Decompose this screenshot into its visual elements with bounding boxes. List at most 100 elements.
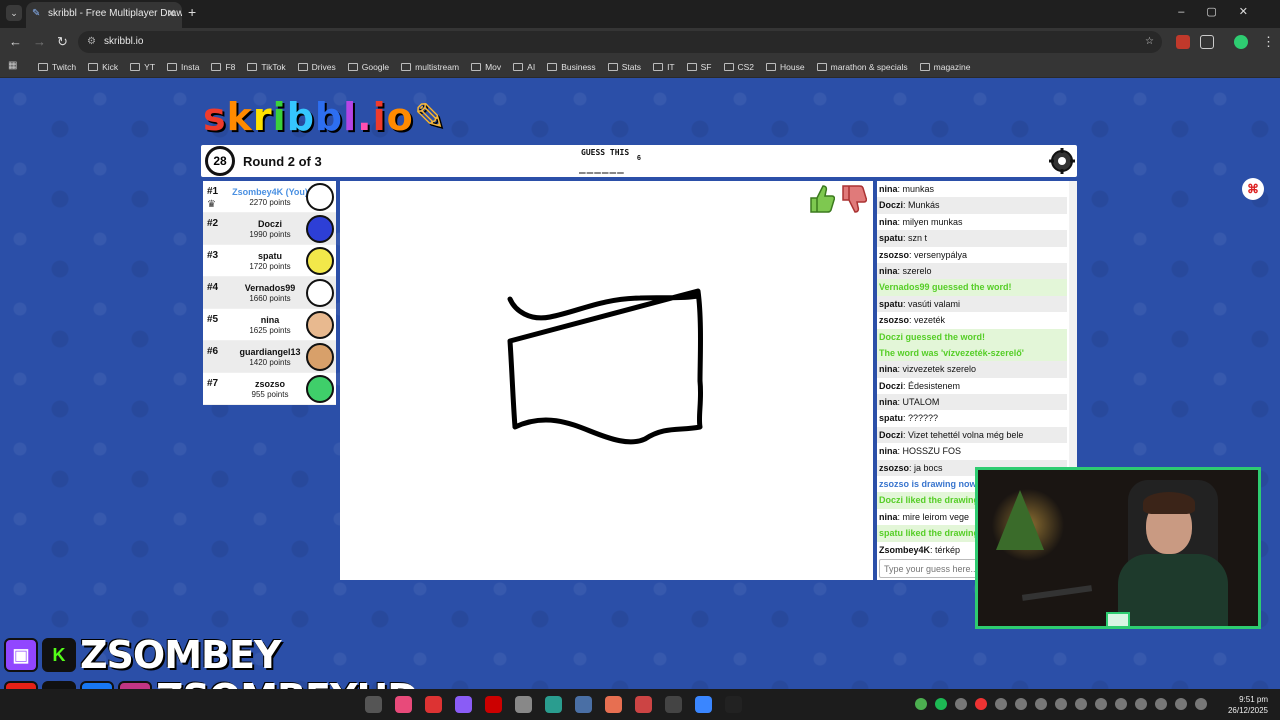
player-points: 1660 points [249, 294, 291, 303]
chat-message: Doczi: Munkás [877, 197, 1067, 214]
chat-username: nina [879, 265, 898, 276]
tray-icon[interactable] [1135, 698, 1147, 710]
player-row[interactable]: #2 Doczi 1990 points [203, 213, 336, 245]
forward-arrow-icon[interactable]: → [33, 34, 46, 49]
browser-tab[interactable]: ✎ skribbl - Free Multiplayer Drawi ✕ [26, 2, 182, 28]
tray-icon[interactable] [955, 698, 967, 710]
bookmark-item[interactable]: YT [130, 62, 155, 72]
bookmark-item[interactable]: magazine [919, 62, 971, 72]
chat-text: spatu liked the drawing! [879, 528, 983, 539]
bookmark-item[interactable]: House [766, 62, 805, 72]
taskbar-app-icon[interactable] [605, 696, 622, 713]
window-controls[interactable]: –▢✕ [1178, 5, 1270, 18]
taskbar-app-icon[interactable] [455, 696, 472, 713]
pencil-icon: ✎ [413, 95, 447, 139]
chat-username: spatu [879, 233, 904, 244]
tray-icon[interactable] [1075, 698, 1087, 710]
taskbar-app-icon[interactable] [725, 696, 742, 713]
tray-icon[interactable] [1055, 698, 1067, 710]
chat-message: nina: milyen munkas [879, 216, 963, 227]
tab-title: skribbl - Free Multiplayer Drawi [48, 8, 182, 19]
taskbar-app-icon[interactable] [575, 696, 592, 713]
tray-icon[interactable] [995, 698, 1007, 710]
taskbar-app-icon[interactable] [635, 696, 652, 713]
tray-icon[interactable] [915, 698, 927, 710]
close-tab-icon[interactable]: ✕ [167, 2, 176, 26]
taskbar-app-icon[interactable] [695, 696, 712, 713]
reload-icon[interactable]: ↻ [57, 34, 68, 50]
folder-icon [247, 63, 258, 71]
chat-message: Vernados99 guessed the word! [877, 279, 1067, 296]
apps-grid-icon[interactable]: ▦ [8, 60, 17, 71]
bookmark-label: magazine [933, 62, 971, 72]
bookmark-star-icon[interactable]: ☆ [1145, 31, 1154, 53]
chat-text: vasúti valami [908, 298, 961, 309]
new-tab-button[interactable]: + [188, 4, 196, 20]
chat-text: Doczi liked the drawing! [879, 495, 983, 506]
bookmark-item[interactable]: CS2 [723, 62, 754, 72]
pdf-extension-icon[interactable]: ⌘ [1242, 178, 1264, 200]
player-row[interactable]: #6 guardiangel13 1420 points [203, 341, 336, 373]
tray-icon[interactable] [1095, 698, 1107, 710]
bookmark-item[interactable]: marathon & specials [816, 62, 908, 72]
taskbar-app-icon[interactable] [365, 696, 382, 713]
player-row[interactable]: #4 Vernados99 1660 points [203, 277, 336, 309]
player-row[interactable]: #1 ♛ Zsombey4K (You) 2270 points [203, 181, 336, 213]
bookmark-label: multistream [415, 62, 460, 72]
tray-icon[interactable] [1115, 698, 1127, 710]
tray-icon[interactable] [1195, 698, 1207, 710]
back-arrow-icon[interactable]: ← [9, 34, 22, 49]
player-rank: #3 [207, 250, 219, 261]
tray-icon[interactable] [935, 698, 947, 710]
bookmark-item[interactable]: F8 [211, 62, 235, 72]
address-bar[interactable]: ⚙ skribbl.io ☆ [78, 31, 1162, 53]
bookmark-item[interactable]: multistream [401, 62, 459, 72]
player-list: #1 ♛ Zsombey4K (You) 2270 points #2 Doczi 1990… [203, 181, 336, 405]
bookmark-item[interactable]: Insta [167, 62, 199, 72]
settings-gear-icon[interactable] [1049, 148, 1075, 174]
chat-username: spatu [879, 413, 904, 424]
bookmark-item[interactable]: Business [547, 62, 596, 72]
bookmark-item[interactable]: SF [686, 62, 712, 72]
chat-username: Doczi [879, 380, 904, 391]
tray-icon[interactable] [1015, 698, 1027, 710]
bookmark-item[interactable]: Stats [607, 62, 641, 72]
menu-kebab-icon[interactable]: ⋮ [1262, 34, 1275, 50]
bookmark-item[interactable]: TikTok [247, 62, 286, 72]
tray-icon[interactable] [975, 698, 987, 710]
bookmark-item[interactable]: Mov [471, 62, 501, 72]
player-row[interactable]: #5 nina 1625 points [203, 309, 336, 341]
tab-search-button[interactable]: ⌄ [6, 5, 22, 21]
taskbar-app-icon[interactable] [425, 696, 442, 713]
profile-avatar[interactable] [1234, 35, 1248, 49]
taskbar-app-icon[interactable] [395, 696, 412, 713]
chat-message: Doczi: Vizet tehettél volna még bele [877, 426, 1067, 444]
thumbs-up-icon[interactable] [807, 184, 835, 214]
tray-icon[interactable] [1175, 698, 1187, 710]
skribbl-logo[interactable]: skribbl.io✎ [203, 95, 447, 139]
taskbar-app-icon[interactable] [545, 696, 562, 713]
bookmark-item[interactable]: Kick [88, 62, 118, 72]
taskbar-app-icon[interactable] [485, 696, 502, 713]
thumbs-down-icon[interactable] [839, 184, 867, 214]
tray-icon[interactable] [1155, 698, 1167, 710]
bookmark-item[interactable]: Google [347, 62, 389, 72]
chat-message: zsozso: vezeték [879, 315, 946, 326]
bookmark-item[interactable]: AI [513, 62, 535, 72]
bookmark-item[interactable]: IT [653, 62, 675, 72]
drawing-canvas[interactable] [340, 181, 873, 580]
player-row[interactable]: #7 zsozso 955 points [203, 373, 336, 405]
taskbar-app-icon[interactable] [665, 696, 682, 713]
system-clock[interactable]: 9:51 pm 26/12/2025 [1228, 694, 1268, 716]
bookmark-item[interactable]: Twitch [38, 62, 76, 72]
extension-icon[interactable] [1176, 35, 1190, 49]
microphone-arm [1021, 585, 1093, 601]
site-info-icon[interactable]: ⚙ [87, 31, 96, 53]
chat-text: szn t [908, 233, 928, 244]
tray-icon[interactable] [1035, 698, 1047, 710]
taskbar-app-icon[interactable] [515, 696, 532, 713]
extensions-puzzle-icon[interactable] [1200, 35, 1214, 49]
player-row[interactable]: #3 spatu 1720 points [203, 245, 336, 277]
bookmark-item[interactable]: Drives [297, 62, 336, 72]
clock-time: 9:51 pm [1239, 695, 1268, 704]
